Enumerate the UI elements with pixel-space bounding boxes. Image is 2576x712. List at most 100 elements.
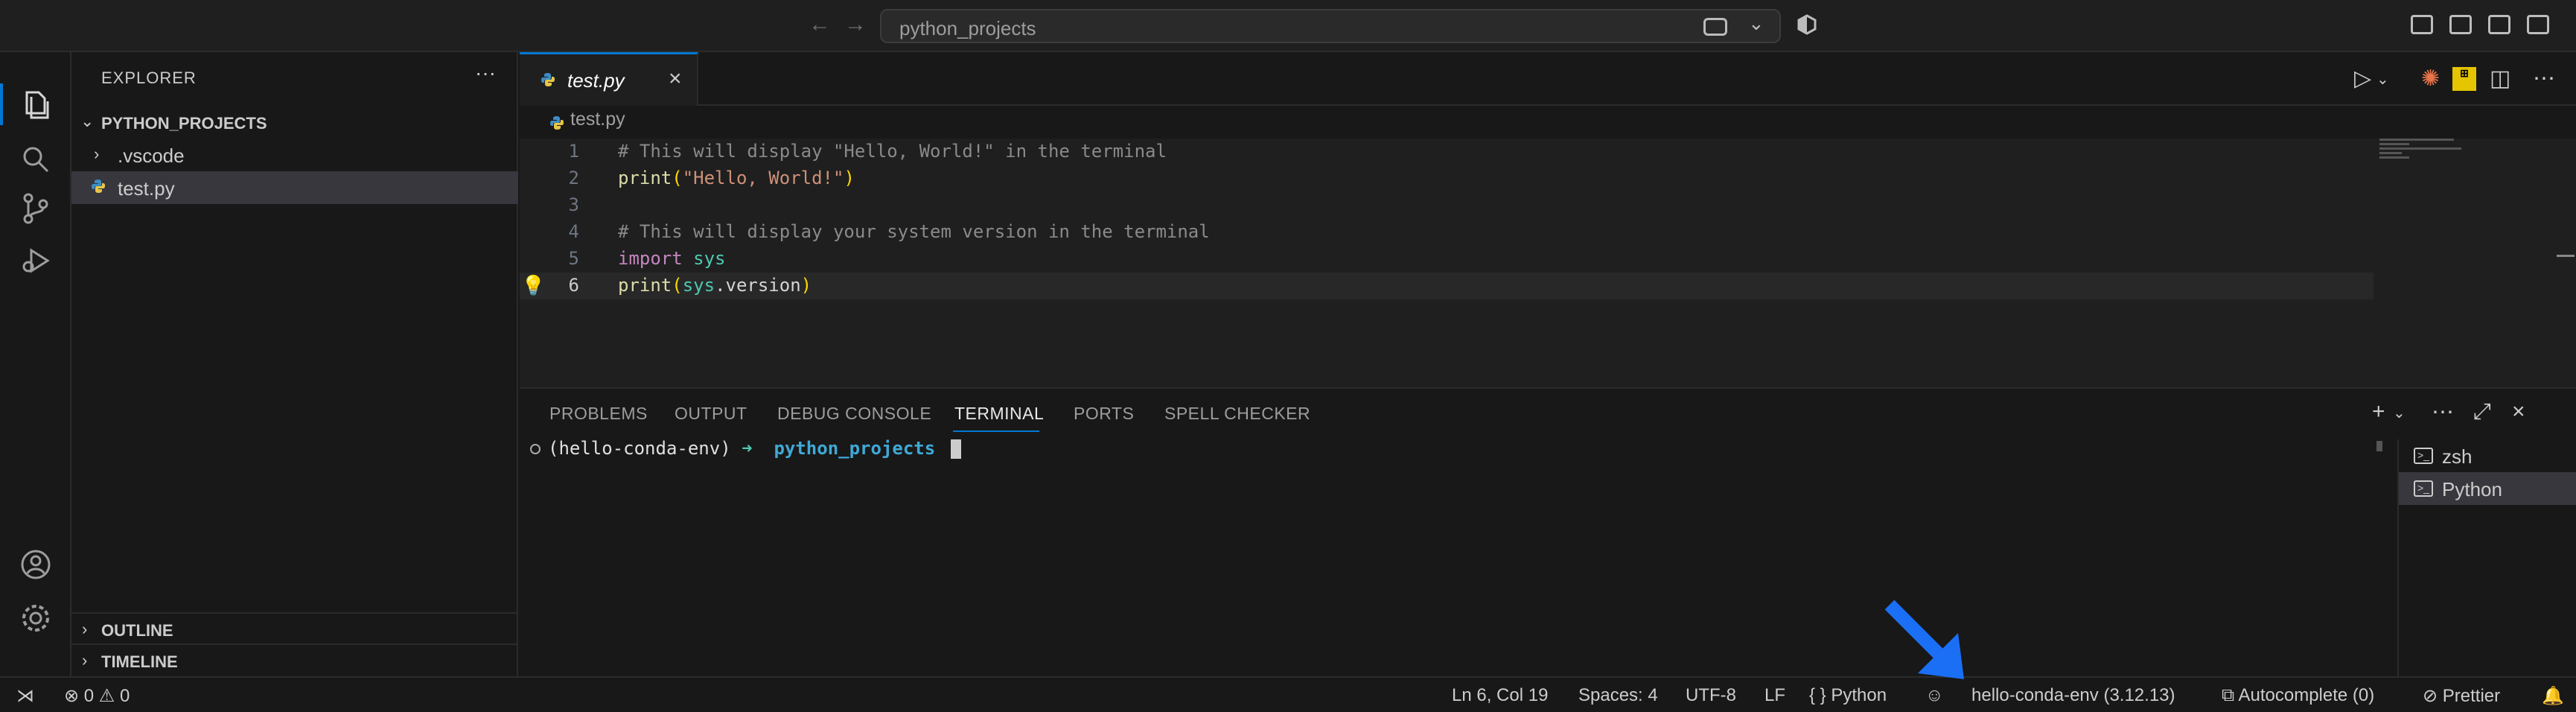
run-python-icon[interactable]: ▷ — [2354, 66, 2371, 92]
cursor-position[interactable]: Ln 6, Col 19 — [1452, 685, 1548, 706]
tab-terminal[interactable]: TERMINAL — [954, 404, 1044, 424]
toggle-primary-sidebar-icon[interactable] — [2449, 15, 2472, 34]
autocomplete-status[interactable]: ⧉ Autocomplete (0) — [2222, 685, 2374, 706]
maximize-panel-icon[interactable]: ⤢ — [2473, 399, 2491, 425]
terminal-icon: >_ — [2414, 448, 2433, 464]
chevron-down-icon[interactable]: ⌄ — [2393, 404, 2406, 422]
annotation-arrow-icon — [1884, 600, 1964, 679]
chevron-down-icon: ⌄ — [80, 112, 95, 130]
run-debug-icon[interactable] — [18, 243, 54, 279]
indentation[interactable]: Spaces: 4 — [1578, 685, 1658, 706]
explorer-sidebar: EXPLORER ··· ⌄ PYTHON_PROJECTS › .vscode… — [71, 52, 518, 676]
end-of-line[interactable]: LF — [1764, 685, 1785, 706]
code-editor[interactable]: 1 # This will display "Hello, World!" in… — [520, 139, 2576, 387]
tab-spell-checker[interactable]: SPELL CHECKER — [1164, 404, 1310, 424]
search-text: python_projects — [899, 17, 1036, 39]
source-control-icon[interactable] — [18, 191, 54, 226]
chevron-down-icon[interactable]: ⌄ — [1748, 12, 1764, 35]
tab-output[interactable]: OUTPUT — [675, 404, 747, 424]
minimap[interactable] — [2379, 139, 2469, 168]
chevron-right-icon: › — [82, 651, 88, 670]
code-text: import sys — [618, 248, 726, 269]
terminal-item-python[interactable]: >_ Python — [2399, 472, 2576, 505]
tab-test-py[interactable]: test.py × — [520, 52, 698, 106]
close-icon[interactable]: × — [669, 66, 682, 92]
code-line-current: 💡 6 print(sys.version) — [520, 273, 2373, 299]
code-line: 1 # This will display "Hello, World!" in… — [520, 139, 2373, 165]
tab-problems[interactable]: PROBLEMS — [549, 404, 648, 424]
toggle-secondary-sidebar-icon[interactable] — [2527, 15, 2549, 34]
outline-section[interactable]: › OUTLINE — [71, 612, 518, 645]
problems-summary[interactable]: ⊗ 0 ⚠ 0 — [64, 685, 130, 707]
split-editor-icon[interactable]: ◫ — [2490, 66, 2510, 92]
chevron-right-icon: › — [82, 620, 88, 638]
tree-item-test-py[interactable]: test.py — [71, 171, 518, 204]
command-center-search[interactable]: python_projects ⌄ — [880, 9, 1781, 43]
terminal-item-label: zsh — [2442, 445, 2473, 468]
python-file-icon — [541, 73, 555, 86]
back-arrow-icon[interactable]: ← — [809, 12, 831, 37]
code-line: 3 — [520, 192, 2373, 219]
tab-ports[interactable]: PORTS — [1074, 404, 1134, 424]
explorer-icon[interactable] — [18, 86, 54, 122]
new-terminal-icon[interactable]: + — [2372, 399, 2385, 425]
extension-badge-icon[interactable]: ⊞ — [2452, 67, 2476, 91]
scrollbar-marker — [2557, 255, 2575, 257]
code-text: print(sys.version) — [618, 275, 812, 296]
tree-item-label: .vscode — [118, 144, 185, 167]
forward-arrow-icon[interactable]: → — [844, 12, 867, 37]
tree-item-vscode[interactable]: › .vscode — [71, 139, 518, 171]
remote-icon[interactable]: ⋊ — [16, 685, 34, 707]
prompt-arrow: ➜ — [742, 438, 753, 459]
tab-debug-console[interactable]: DEBUG CONSOLE — [777, 404, 931, 424]
close-panel-icon[interactable]: × — [2512, 399, 2525, 425]
line-number: 3 — [568, 194, 579, 215]
tab-label: test.py — [567, 69, 625, 92]
copilot-status-icon[interactable]: ☺ — [1925, 685, 1944, 706]
chevron-down-icon[interactable]: ⌄ — [2376, 70, 2389, 89]
prettier-status[interactable]: ⊘ Prettier — [2423, 685, 2500, 707]
python-interpreter[interactable]: hello-conda-env (3.12.13) — [1971, 685, 2175, 706]
timeline-section[interactable]: › TIMELINE — [71, 643, 518, 676]
root-folder-label: PYTHON_PROJECTS — [101, 114, 267, 133]
language-mode[interactable]: { } Python — [1809, 685, 1887, 706]
line-number: 5 — [568, 248, 579, 269]
python-file-icon — [550, 116, 564, 130]
terminal-item-zsh[interactable]: >_ zsh — [2399, 439, 2576, 472]
claude-spark-icon[interactable]: ✺ — [2421, 66, 2440, 92]
line-number: 2 — [568, 168, 579, 188]
prompt-circle-icon — [530, 444, 541, 454]
terminal-scrollbar[interactable] — [2376, 441, 2382, 451]
toggle-panel-icon[interactable] — [2488, 15, 2510, 34]
terminal-cursor — [950, 439, 961, 459]
prettier-label: Prettier — [2442, 686, 2501, 706]
active-tab-underline — [953, 430, 1039, 432]
line-number: 6 — [568, 275, 579, 296]
code-line: 5 import sys — [520, 246, 2373, 273]
account-icon[interactable] — [18, 547, 54, 582]
tree-root-folder[interactable]: ⌄ PYTHON_PROJECTS — [71, 106, 518, 139]
more-actions-icon[interactable]: ··· — [475, 61, 496, 85]
more-actions-icon[interactable]: ⋯ — [2533, 66, 2555, 92]
tree-item-label: test.py — [118, 177, 175, 200]
editor-tab-bar: test.py × ▷ ⌄ ✺ ⊞ ◫ ⋯ — [520, 52, 2576, 106]
activity-bar — [0, 52, 71, 676]
language-label: Python — [1831, 685, 1887, 705]
notifications-bell-icon[interactable]: 🔔 — [2542, 685, 2564, 707]
settings-gear-icon[interactable] — [18, 600, 54, 636]
chat-icon[interactable] — [1703, 18, 1727, 36]
breadcrumb-file[interactable]: test.py — [570, 109, 625, 130]
terminal-prompt[interactable]: (hello-conda-env) ➜ python_projects — [530, 438, 961, 459]
terminal-icon: >_ — [2414, 480, 2433, 497]
terminal-item-label: Python — [2442, 478, 2502, 500]
title-bar: ← → python_projects ⌄ — [0, 0, 2576, 52]
layout-customize-icon[interactable] — [2411, 15, 2433, 34]
chevron-right-icon: › — [94, 144, 100, 163]
status-bar: ⋊ ⊗ 0 ⚠ 0 Ln 6, Col 19 Spaces: 4 UTF-8 L… — [0, 676, 2576, 712]
copilot-icon[interactable] — [1796, 13, 1818, 36]
breadcrumb[interactable]: test.py — [549, 109, 625, 130]
autocomplete-label: Autocomplete (0) — [2238, 685, 2375, 705]
search-icon[interactable] — [18, 142, 54, 177]
encoding[interactable]: UTF-8 — [1686, 685, 1736, 706]
more-actions-icon[interactable]: ⋯ — [2432, 399, 2454, 425]
